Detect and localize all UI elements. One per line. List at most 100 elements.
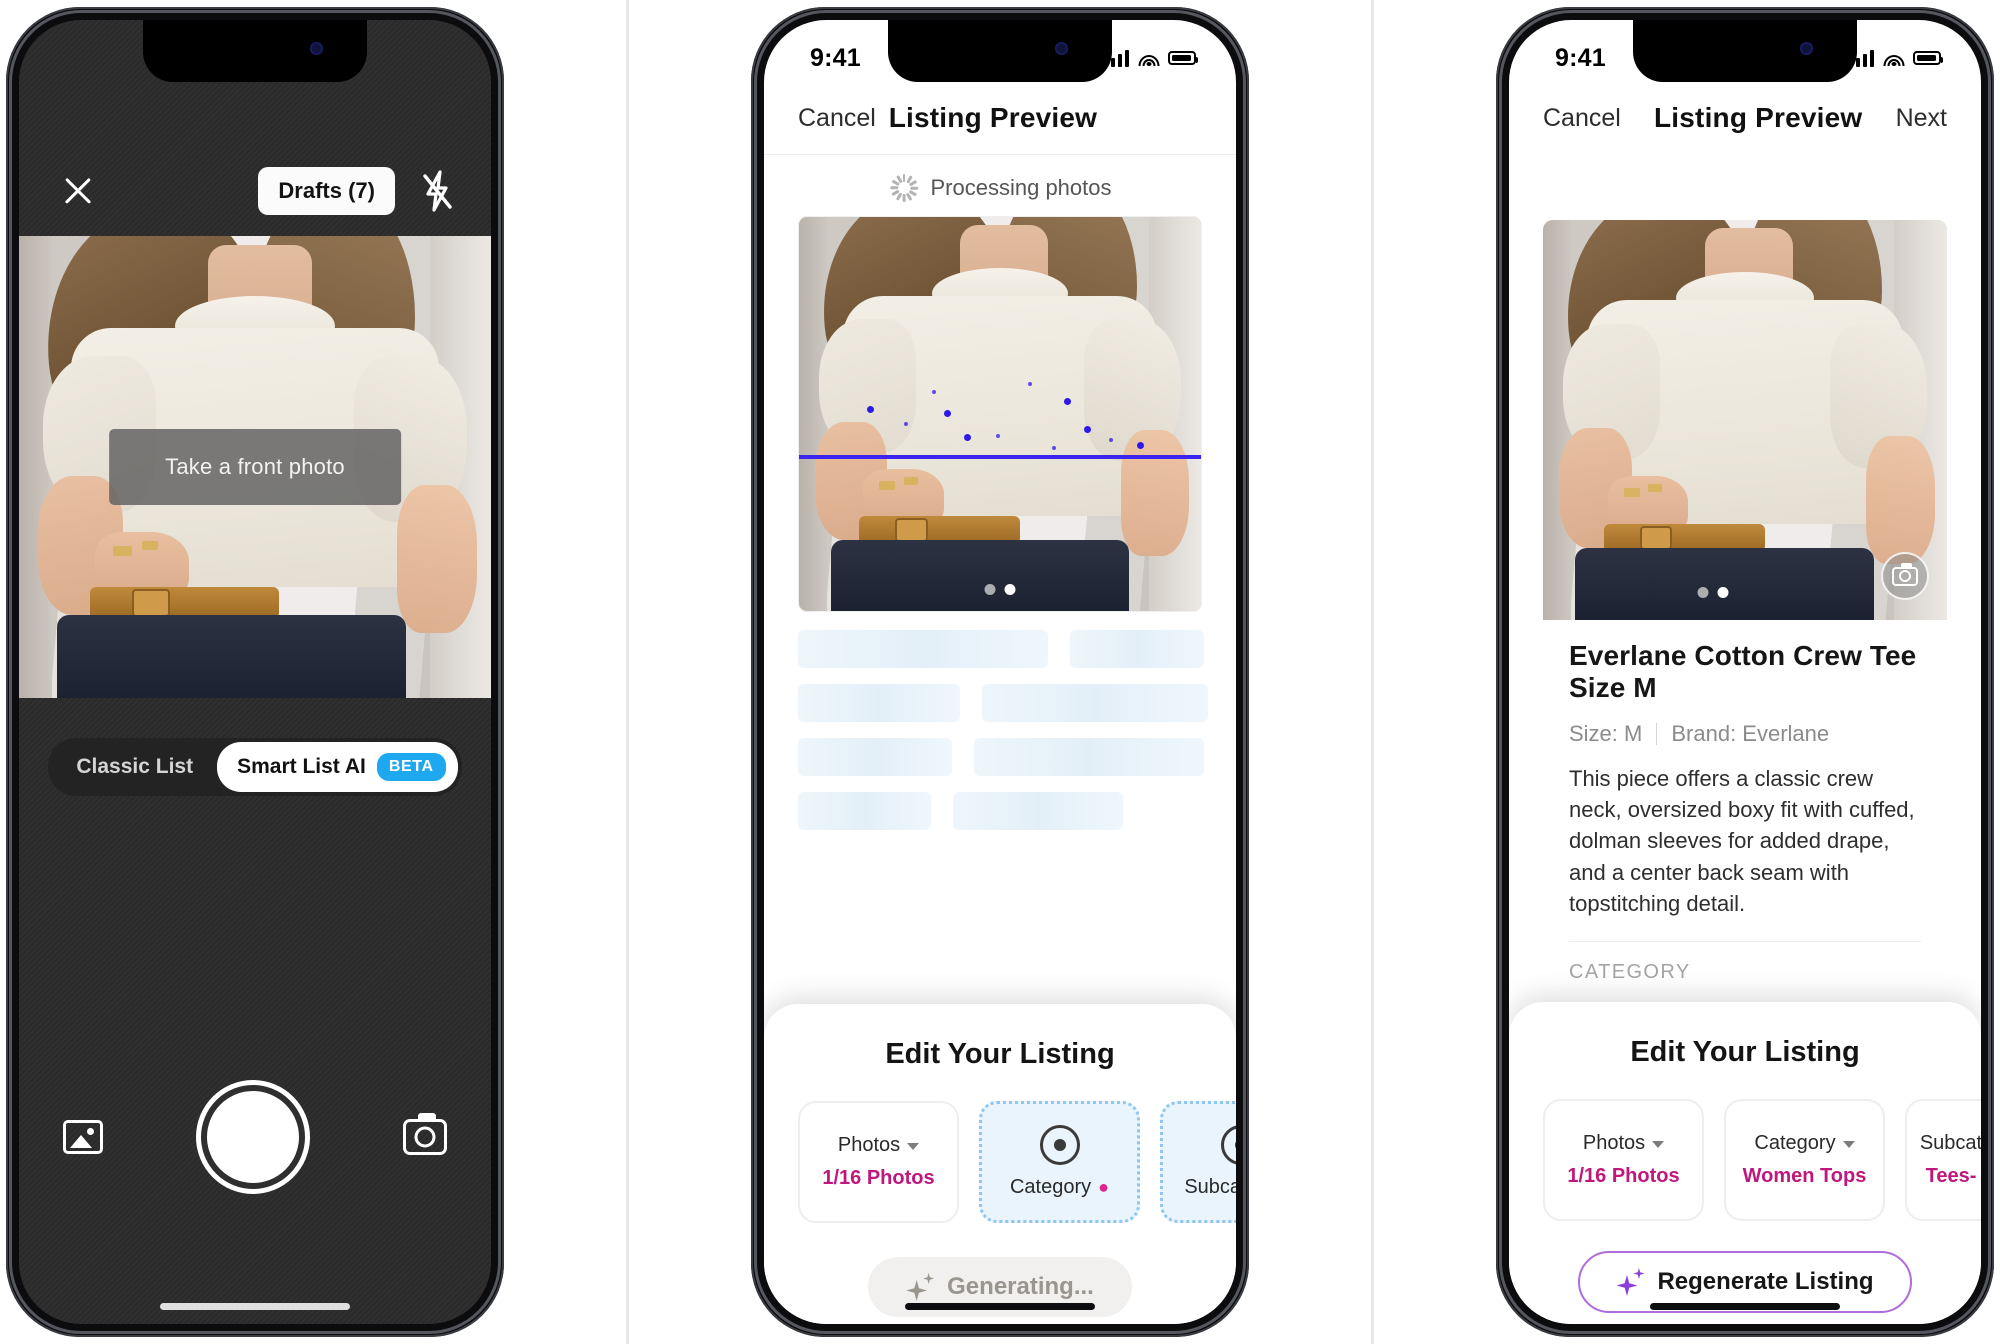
home-indicator <box>1650 1303 1840 1310</box>
notch <box>143 20 367 82</box>
wifi-icon <box>1138 50 1159 66</box>
battery-icon <box>1168 51 1198 65</box>
sheet-title: Edit Your Listing <box>885 1038 1115 1070</box>
gallery-icon[interactable] <box>63 1120 103 1154</box>
chip-category-label: Category <box>1754 1131 1836 1154</box>
loading-spinner-icon <box>889 174 918 202</box>
chip-category-value: Women Tops <box>1742 1164 1867 1187</box>
sparkle-icon <box>1616 1268 1645 1296</box>
processing-label: Processing photos <box>930 175 1112 200</box>
shutter-button[interactable] <box>201 1085 305 1189</box>
page-title: Listing Preview <box>888 102 1098 133</box>
page-title: Listing Preview <box>1654 102 1863 133</box>
regenerate-action-row: Regenerate Listing <box>1509 1221 1981 1313</box>
generating-label: Generating... <box>947 1273 1094 1300</box>
chip-photos-value: 1/16 Photos <box>1567 1164 1680 1187</box>
front-camera-dot <box>1055 42 1068 55</box>
chevron-down-icon <box>907 1143 920 1151</box>
processing-status: Processing photos <box>764 160 1236 216</box>
camera-flip-icon[interactable] <box>403 1113 447 1155</box>
edit-listing-sheet: Edit Your Listing Photos 1/16 Photos Cat… <box>1509 1002 1981 1324</box>
phone-camera-screen: Take a front photo Drafts (7) Classic Li… <box>6 7 504 1337</box>
front-camera-dot <box>1800 42 1813 55</box>
listing-section-label: CATEGORY <box>1569 961 1691 984</box>
notch <box>888 20 1112 82</box>
chip-subcategory-value: Tees- Short.. <box>1925 1164 1981 1187</box>
camera-viewfinder: Take a front photo <box>19 236 491 698</box>
mode-smart-list-ai[interactable]: Smart List AI BETA <box>217 742 458 792</box>
result-screen: 9:41 Cancel Listing Preview Next Everlan… <box>1509 20 1981 1324</box>
listing-divider <box>1569 941 1921 943</box>
battery-icon <box>1913 51 1943 65</box>
mode-smart-list-label: Smart List AI <box>237 755 366 778</box>
camera-icon[interactable] <box>1881 552 1929 600</box>
chip-photos-value: 1/16 Photos <box>822 1166 935 1189</box>
panel-divider-2 <box>1371 0 1374 1344</box>
meta-separator <box>1656 723 1658 745</box>
attribute-chips[interactable]: Photos 1/16 Photos Category ● Subcategory… <box>764 1071 1236 1223</box>
listing-title: Everlane Cotton Crew Tee Size M <box>1569 640 1917 703</box>
listing-photo[interactable] <box>1543 220 1947 620</box>
pager-dot <box>984 584 996 595</box>
attribute-chips[interactable]: Photos 1/16 Photos Category Women Tops S… <box>1509 1069 1981 1221</box>
flash-off-icon[interactable] <box>417 169 457 213</box>
chip-subcategory[interactable]: Subcategory Tees- Short.. <box>1905 1099 1981 1221</box>
sparkle-icon <box>906 1273 935 1301</box>
chevron-down-icon <box>1652 1141 1665 1149</box>
listing-photo-scanning[interactable] <box>798 216 1202 612</box>
photo-pager[interactable] <box>1697 587 1729 598</box>
listing-description: This piece offers a classic crew neck, o… <box>1569 766 1915 916</box>
list-mode-switch: Classic List Smart List AI BETA <box>19 738 491 796</box>
chip-subcategory-label: Subcategory <box>1919 1131 1981 1154</box>
regenerate-label: Regenerate Listing <box>1657 1268 1874 1295</box>
mode-classic-list[interactable]: Classic List <box>52 744 217 790</box>
drafts-button[interactable]: Drafts (7) <box>258 166 395 215</box>
chip-subcategory-label: Subcategory <box>1184 1176 1236 1198</box>
close-icon[interactable] <box>57 170 99 212</box>
chip-category[interactable]: Category ● <box>979 1101 1140 1223</box>
listing-details: Everlane Cotton Crew Tee Size M Size: M … <box>1543 620 1947 985</box>
home-indicator <box>905 1303 1095 1310</box>
status-time: 9:41 <box>810 43 861 72</box>
pager-dot-active <box>1717 587 1729 598</box>
three-phone-mockup: Take a front photo Drafts (7) Classic Li… <box>0 0 2000 1344</box>
wifi-icon <box>1883 50 1904 66</box>
chip-photos[interactable]: Photos 1/16 Photos <box>798 1101 959 1223</box>
nav-divider <box>764 154 1236 155</box>
required-asterisk: ● <box>1098 1177 1110 1197</box>
status-time: 9:41 <box>1555 43 1606 72</box>
cancel-button[interactable]: Cancel <box>1543 104 1621 133</box>
mode-segmented-control: Classic List Smart List AI BETA <box>48 738 462 796</box>
listing-brand: Brand: Everlane <box>1671 721 1830 746</box>
cancel-button[interactable]: Cancel <box>798 104 876 133</box>
phone-processing-screen: 9:41 Cancel Listing Preview Processing p… <box>751 7 1249 1337</box>
photo-pager[interactable] <box>984 584 1016 595</box>
photo-preview <box>799 217 1201 611</box>
ai-scan-line <box>799 455 1201 460</box>
chip-photos[interactable]: Photos 1/16 Photos <box>1543 1099 1704 1221</box>
chip-photos-label: Photos <box>837 1133 901 1156</box>
target-icon <box>1039 1125 1080 1165</box>
edit-listing-sheet: Edit Your Listing Photos 1/16 Photos Cat… <box>764 1004 1236 1324</box>
listing-meta: Size: M Brand: Everlane <box>1569 721 1921 747</box>
nav-bar: Cancel Listing Preview <box>764 82 1236 154</box>
pager-dot <box>1697 587 1709 598</box>
chip-category-label: Category <box>1009 1176 1092 1198</box>
panel-divider-1 <box>626 0 629 1344</box>
notch <box>1633 20 1857 82</box>
beta-badge: BETA <box>376 753 446 781</box>
home-indicator <box>160 1303 350 1310</box>
camera-screen: Take a front photo Drafts (7) Classic Li… <box>19 20 491 1324</box>
sheet-title: Edit Your Listing <box>1630 1036 1860 1068</box>
chip-subcategory[interactable]: Subcategory <box>1160 1101 1236 1223</box>
camera-controls <box>19 1024 491 1324</box>
target-icon <box>1220 1125 1236 1165</box>
phone-result-screen: 9:41 Cancel Listing Preview Next Everlan… <box>1496 7 1994 1337</box>
front-camera-dot <box>310 42 323 55</box>
listing-size: Size: M <box>1569 721 1643 746</box>
pager-dot-active <box>1004 584 1016 595</box>
listing-skeleton <box>798 630 1208 846</box>
chip-category[interactable]: Category Women Tops <box>1724 1099 1885 1221</box>
nav-bar: Cancel Listing Preview Next <box>1509 82 1981 154</box>
next-button[interactable]: Next <box>1896 104 1947 133</box>
